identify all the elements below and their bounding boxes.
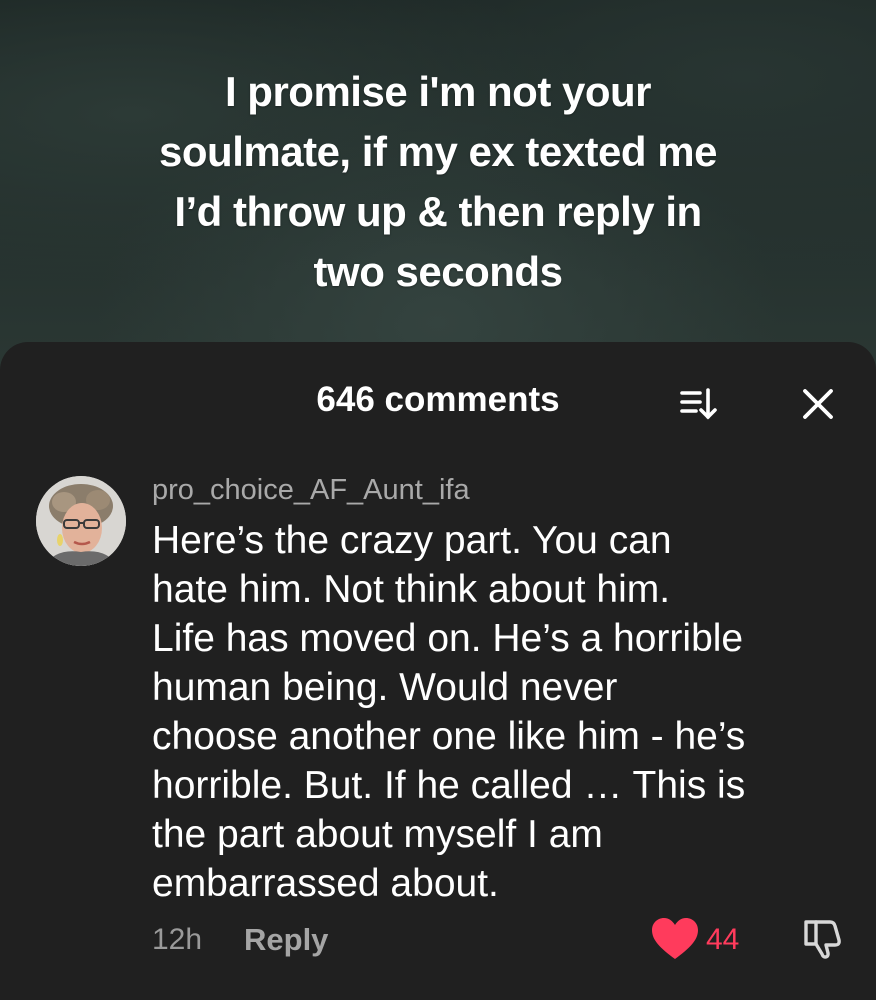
video-caption: I promise i'm not your soulmate, if my e…	[88, 62, 788, 302]
comment-text: Here’s the crazy part. You can hate him.…	[152, 516, 852, 908]
caption-line: soulmate, if my ex texted me	[159, 128, 717, 175]
comments-count-title: 646 comments	[316, 380, 560, 419]
comment-line: embarrassed about.	[152, 862, 499, 905]
video-background[interactable]: I promise i'm not your soulmate, if my e…	[0, 0, 876, 380]
comment-line: Life has moved on. He’s a horrible	[152, 617, 744, 660]
comment-timestamp: 12h	[152, 923, 203, 956]
caption-line: I promise i'm not your	[224, 68, 652, 115]
reply-button[interactable]: Reply	[244, 920, 328, 960]
caption-line: I’d throw up & then reply in	[174, 188, 702, 235]
comment-actions: 12h Reply 44	[0, 910, 876, 966]
comment-line: Here’s the crazy part. You can	[152, 519, 672, 562]
like-count: 44	[706, 923, 740, 956]
comment-username[interactable]: pro_choice_AF_Aunt_ifa	[152, 470, 470, 510]
sort-button[interactable]	[676, 384, 720, 424]
app-screen: I promise i'm not your soulmate, if my e…	[0, 0, 876, 1000]
comment-line: hate him. Not think about him.	[152, 568, 671, 611]
comment-line: the part about myself I am	[152, 813, 603, 856]
close-icon	[803, 389, 833, 419]
comment-line: horrible. But. If he called … This is	[152, 764, 746, 807]
comment-line: choose another one like him - he’s	[152, 715, 746, 758]
like-button[interactable]	[650, 916, 700, 962]
avatar[interactable]	[36, 476, 126, 566]
dislike-button[interactable]	[800, 916, 844, 960]
thumbs-down-icon	[804, 920, 841, 959]
user-avatar-image	[36, 476, 126, 566]
comments-header: 646 comments	[0, 342, 876, 457]
comment-line: human being. Would never	[152, 666, 618, 709]
comments-sheet: 646 comments pro_choice_AF_Aunt_ifa Here…	[0, 342, 876, 1000]
caption-line: two seconds	[313, 248, 563, 295]
comment-item: pro_choice_AF_Aunt_ifa Here’s the crazy …	[0, 462, 876, 1000]
sort-list-icon	[680, 388, 717, 420]
heart-icon	[652, 918, 698, 959]
close-button[interactable]	[796, 382, 840, 426]
